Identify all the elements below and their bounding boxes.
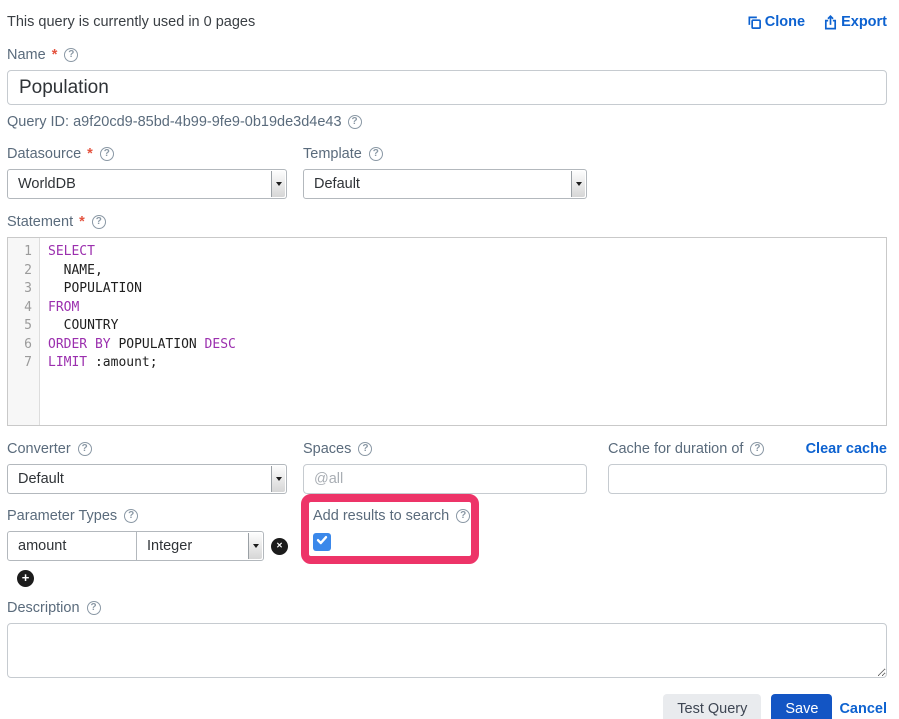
converter-label: Converter ? [7, 441, 287, 457]
clone-label: Clone [765, 14, 805, 30]
name-label: Name * ? [7, 47, 887, 63]
help-icon[interactable]: ? [92, 215, 106, 229]
code-line: 3 POPULATION [8, 280, 886, 299]
highlight-annotation [301, 494, 479, 564]
datasource-field: Datasource * ? WorldDB [7, 146, 287, 199]
required-marker: * [87, 146, 93, 162]
code-line: 6ORDER BY POPULATION DESC [8, 336, 886, 355]
parameter-types-field: Parameter Types ? Integer ✕ + [7, 508, 303, 587]
help-icon[interactable]: ? [100, 147, 114, 161]
test-query-button[interactable]: Test Query [663, 694, 761, 719]
help-icon[interactable]: ? [358, 442, 372, 456]
name-field: Name * ? [7, 47, 887, 105]
converter-select[interactable]: Default [7, 464, 287, 494]
check-icon [316, 533, 328, 551]
spaces-input[interactable] [303, 464, 587, 494]
remove-parameter-button[interactable]: ✕ [271, 538, 288, 555]
code-line: 2 NAME, [8, 262, 886, 281]
editor-lines: 1SELECT2 NAME,3 POPULATION4FROM5 COUNTRY… [8, 243, 886, 373]
converter-spaces-cache-row: Converter ? Default Spaces ? Cache for d… [7, 441, 887, 494]
query-editor-page: This query is currently used in 0 pages … [0, 0, 899, 719]
converter-field: Converter ? Default [7, 441, 287, 494]
name-input[interactable] [7, 70, 887, 105]
description-field: Description ? [7, 600, 887, 683]
add-results-field: Add results to search ? [313, 508, 470, 551]
help-icon[interactable]: ? [78, 442, 92, 456]
clone-button[interactable]: Clone [747, 14, 805, 30]
datasource-select[interactable]: WorldDB [7, 169, 287, 199]
help-icon[interactable]: ? [64, 48, 78, 62]
template-label: Template ? [303, 146, 587, 162]
help-icon[interactable]: ? [124, 509, 138, 523]
export-label: Export [841, 14, 887, 30]
query-id: Query ID: a9f20cd9-85bd-4b99-9fe9-0b19de… [7, 114, 887, 130]
cancel-button[interactable]: Cancel [839, 701, 887, 717]
top-bar: This query is currently used in 0 pages … [7, 14, 887, 30]
clear-cache-button[interactable]: Clear cache [806, 441, 887, 457]
code-line: 4FROM [8, 299, 886, 318]
help-icon[interactable]: ? [750, 442, 764, 456]
clone-icon [747, 15, 762, 30]
add-results-checkbox[interactable] [313, 533, 331, 551]
description-label: Description ? [7, 600, 887, 616]
parameter-type-select[interactable]: Integer [136, 531, 264, 561]
sql-code-editor[interactable]: 1SELECT2 NAME,3 POPULATION4FROM5 COUNTRY… [7, 237, 887, 426]
datasource-template-row: Datasource * ? WorldDB Template ? Defaul… [7, 146, 887, 199]
top-actions: Clone Export [747, 14, 887, 30]
spaces-label: Spaces ? [303, 441, 587, 457]
required-marker: * [52, 47, 58, 63]
usage-text: This query is currently used in 0 pages [7, 14, 255, 30]
form-actions: Test Query Save Cancel [7, 694, 887, 719]
parameter-row: Integer ✕ [7, 531, 303, 561]
help-icon[interactable]: ? [456, 509, 470, 523]
required-marker: * [79, 214, 85, 230]
template-select[interactable]: Default [303, 169, 587, 199]
help-icon[interactable]: ? [348, 115, 362, 129]
export-icon [823, 15, 838, 30]
parameter-type-selected-value: Integer [147, 538, 192, 554]
statement-label: Statement * ? [7, 214, 887, 230]
cache-field: Cache for duration of ? Clear cache [608, 441, 887, 494]
help-icon[interactable]: ? [369, 147, 383, 161]
spaces-field: Spaces ? [303, 441, 587, 494]
help-icon[interactable]: ? [87, 601, 101, 615]
datasource-label: Datasource * ? [7, 146, 287, 162]
converter-selected-value: Default [18, 471, 64, 487]
plus-icon: + [22, 571, 30, 584]
cache-duration-input[interactable] [608, 464, 887, 494]
add-results-label: Add results to search ? [313, 508, 470, 524]
datasource-selected-value: WorldDB [18, 176, 76, 192]
add-parameter-button[interactable]: + [17, 570, 34, 587]
statement-field: Statement * ? 1SELECT2 NAME,3 POPULATION… [7, 214, 887, 426]
remove-icon: ✕ [276, 542, 283, 550]
template-field: Template ? Default [303, 146, 587, 199]
dropdown-arrow-icon [271, 466, 285, 492]
dropdown-arrow-icon [571, 171, 585, 197]
description-textarea[interactable] [7, 623, 887, 678]
code-line: 1SELECT [8, 243, 886, 262]
export-button[interactable]: Export [823, 14, 887, 30]
parameters-section: Parameter Types ? Integer ✕ + [7, 508, 887, 587]
save-button[interactable]: Save [771, 694, 832, 719]
parameter-types-label: Parameter Types ? [7, 508, 303, 524]
cache-label: Cache for duration of ? [608, 441, 764, 457]
dropdown-arrow-icon [271, 171, 285, 197]
code-line: 7LIMIT :amount; [8, 354, 886, 373]
dropdown-arrow-icon [248, 533, 262, 559]
parameter-name-input[interactable] [7, 531, 137, 561]
template-selected-value: Default [314, 176, 360, 192]
code-line: 5 COUNTRY [8, 317, 886, 336]
